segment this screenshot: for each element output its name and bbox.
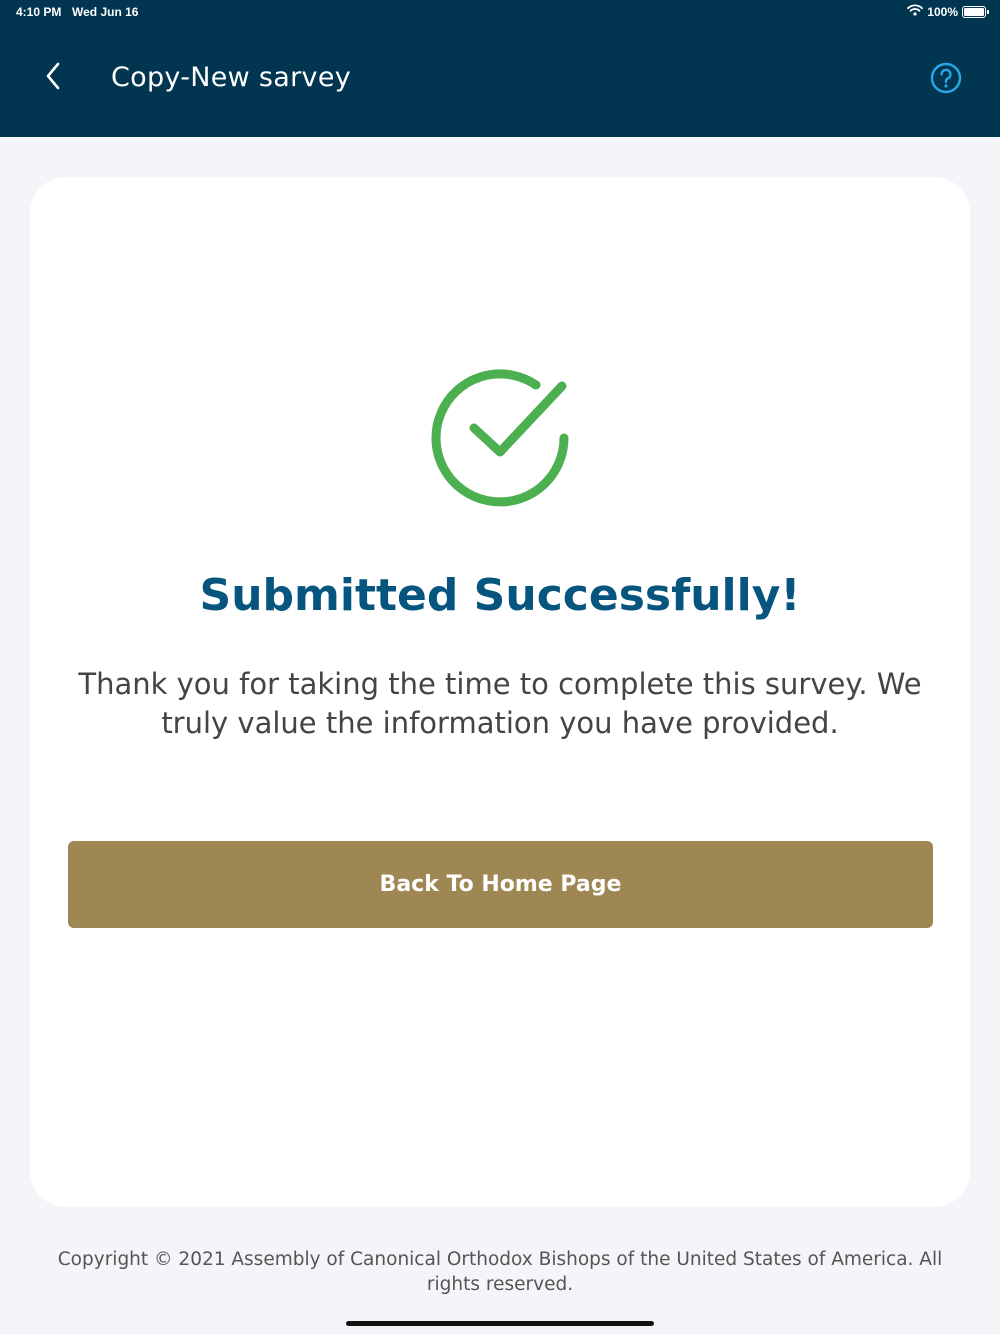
status-bar: 4:10 PM Wed Jun 16 100% (0, 0, 1000, 24)
wifi-icon (907, 4, 924, 19)
back-to-home-button[interactable]: Back To Home Page (68, 841, 933, 928)
thank-you-message: Thank you for taking the time to complet… (78, 667, 922, 740)
status-indicators: 100% (907, 4, 989, 19)
question-circle-icon (930, 62, 962, 98)
status-date: Wed Jun 16 (72, 5, 139, 19)
checkmark-circle-icon (428, 366, 572, 510)
copyright-text: Copyright © 2021 Assembly of Canonical O… (57, 1249, 943, 1295)
app-header: 4:10 PM Wed Jun 16 100% Copy-New sarvey (0, 0, 1000, 137)
battery-percent: 100% (927, 4, 958, 19)
battery-icon (962, 5, 989, 18)
page-title: Copy-New sarvey (111, 62, 352, 93)
status-time: 4:10 PM (16, 5, 62, 19)
home-indicator[interactable] (346, 1321, 654, 1326)
help-button[interactable] (930, 62, 962, 94)
success-title: Submitted Successfully! (199, 570, 801, 621)
chevron-left-icon (45, 62, 61, 94)
back-button[interactable] (36, 58, 70, 98)
